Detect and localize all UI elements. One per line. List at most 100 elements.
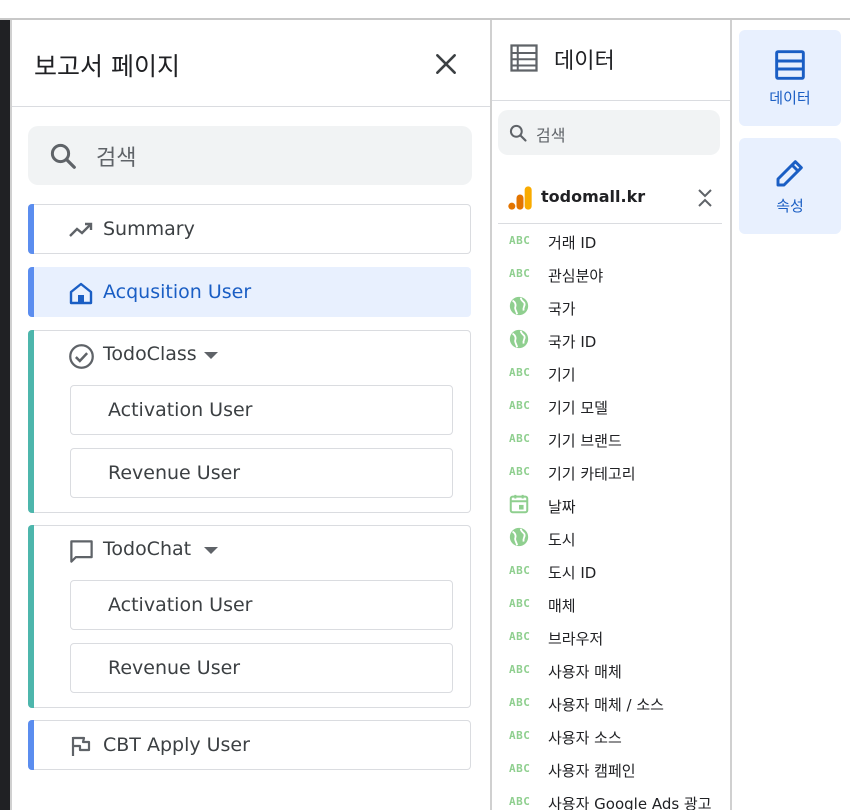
- report-pages-panel: 보고서 페이지 검색 Summary Acqusition User TodoC…: [12, 20, 490, 810]
- group-label: TodoChat: [103, 538, 192, 560]
- field-name: 국가: [548, 300, 576, 318]
- field-name: 사용자 소스: [548, 729, 622, 747]
- field-item[interactable]: ABC 기기 브랜드: [506, 425, 726, 455]
- sub-page-revenue-user[interactable]: Revenue User: [70, 448, 453, 498]
- home-icon: [69, 282, 93, 305]
- field-item[interactable]: ABC 브라우저: [506, 623, 726, 653]
- rail-data-label: 데이터: [769, 88, 811, 107]
- page-group-todochat: TodoChat Activation User Revenue User: [28, 525, 471, 708]
- google-analytics-icon: [508, 186, 532, 210]
- field-search-input[interactable]: 검색: [498, 110, 720, 155]
- database-table-icon: [510, 44, 538, 72]
- data-panel: 데이터 검색 todomall.kr ABC 거래 ID ABC 관심분야국가국가 I…: [492, 20, 730, 810]
- search-placeholder: 검색: [96, 146, 137, 171]
- globe-icon: [509, 527, 529, 547]
- field-item[interactable]: ABC 사용자 소스: [506, 722, 726, 752]
- close-icon: [436, 54, 456, 74]
- sub-page-label: Activation User: [108, 594, 253, 616]
- field-item[interactable]: ABC 사용자 Google Ads 광고: [506, 788, 726, 810]
- field-name: 기기 모델: [548, 399, 608, 417]
- field-item[interactable]: 국가 ID: [506, 326, 726, 356]
- group-header[interactable]: TodoClass: [28, 331, 470, 379]
- text-type-icon: ABC: [509, 267, 531, 280]
- page-label: CBT Apply User: [103, 734, 250, 756]
- field-name: 도시: [548, 531, 576, 549]
- page-indicator-bar: [28, 204, 34, 254]
- group-header[interactable]: TodoChat: [28, 526, 470, 574]
- check-circle-icon: [69, 344, 94, 369]
- field-item[interactable]: ABC 사용자 매체 / 소스: [506, 689, 726, 719]
- text-type-icon: ABC: [509, 234, 531, 247]
- trending-up-icon: [69, 222, 93, 237]
- text-type-icon: ABC: [509, 399, 531, 412]
- collapse-expand-icon[interactable]: [694, 185, 716, 211]
- field-item[interactable]: ABC 기기: [506, 359, 726, 389]
- field-item[interactable]: ABC 사용자 캠페인: [506, 755, 726, 785]
- field-name: 도시 ID: [548, 564, 597, 582]
- text-type-icon: ABC: [509, 630, 531, 643]
- text-type-icon: ABC: [509, 432, 531, 445]
- field-name: 사용자 매체: [548, 663, 622, 681]
- sub-page-label: Activation User: [108, 399, 253, 421]
- page-item-acqusition-user[interactable]: Acqusition User: [28, 267, 471, 317]
- field-item[interactable]: ABC 사용자 매체: [506, 656, 726, 686]
- right-rail: 데이터 속성: [732, 20, 850, 810]
- text-type-icon: ABC: [509, 729, 531, 742]
- field-item[interactable]: ABC 매체: [506, 590, 726, 620]
- text-type-icon: ABC: [509, 597, 531, 610]
- field-name: 기기: [548, 366, 576, 384]
- page-item-cbt-apply-user[interactable]: CBT Apply User: [28, 720, 471, 770]
- sub-page-activation-user[interactable]: Activation User: [70, 580, 453, 630]
- chevron-down-icon[interactable]: [204, 352, 218, 359]
- pencil-icon: [776, 159, 803, 186]
- text-type-icon: ABC: [509, 366, 531, 379]
- sub-page-label: Revenue User: [108, 462, 241, 484]
- field-item[interactable]: ABC 도시 ID: [506, 557, 726, 587]
- globe-icon: [509, 329, 529, 349]
- text-type-icon: ABC: [509, 663, 531, 676]
- text-type-icon: ABC: [509, 564, 531, 577]
- data-panel-header: 데이터: [492, 20, 730, 101]
- field-name: 기기 카테고리: [548, 465, 636, 483]
- sub-page-activation-user[interactable]: Activation User: [70, 385, 453, 435]
- text-type-icon: ABC: [509, 795, 531, 808]
- field-item[interactable]: ABC 기기 카테고리: [506, 458, 726, 488]
- text-type-icon: ABC: [509, 762, 531, 775]
- field-name: 사용자 매체 / 소스: [548, 696, 664, 714]
- page-label: Summary: [103, 218, 195, 240]
- search-icon: [509, 124, 527, 142]
- database-icon: [775, 49, 805, 80]
- rail-data-button[interactable]: 데이터: [739, 30, 841, 126]
- page-search-input[interactable]: 검색: [28, 126, 472, 185]
- page-group-todoclass: TodoClass Activation User Revenue User: [28, 330, 471, 513]
- page-indicator-bar: [28, 267, 34, 317]
- group-label: TodoClass: [103, 343, 197, 365]
- rail-properties-button[interactable]: 속성: [739, 138, 841, 234]
- field-item[interactable]: 날짜: [506, 491, 726, 521]
- field-item[interactable]: 도시: [506, 524, 726, 554]
- text-type-icon: ABC: [509, 465, 531, 478]
- search-icon: [50, 143, 76, 169]
- field-name: 거래 ID: [548, 234, 597, 252]
- field-name: 사용자 캠페인: [548, 762, 636, 780]
- field-item[interactable]: ABC 거래 ID: [506, 227, 726, 257]
- flag-icon: [71, 736, 91, 756]
- chevron-down-icon[interactable]: [204, 547, 218, 554]
- dark-left-strip: [0, 20, 10, 810]
- text-type-icon: ABC: [509, 696, 531, 709]
- field-item[interactable]: ABC 기기 모델: [506, 392, 726, 422]
- field-name: 기기 브랜드: [548, 432, 622, 450]
- field-name: 날짜: [548, 498, 576, 516]
- page-item-summary[interactable]: Summary: [28, 204, 471, 254]
- close-button[interactable]: [428, 46, 464, 82]
- search-placeholder: 검색: [536, 126, 566, 145]
- field-item[interactable]: ABC 관심분야: [506, 260, 726, 290]
- top-bar: [0, 0, 850, 20]
- field-name: 매체: [548, 597, 576, 615]
- chat-bubble-icon: [70, 540, 93, 563]
- field-item[interactable]: 국가: [506, 293, 726, 323]
- sub-page-revenue-user[interactable]: Revenue User: [70, 643, 453, 693]
- data-panel-title: 데이터: [554, 49, 615, 74]
- report-pages-header: 보고서 페이지: [12, 20, 490, 107]
- data-source-row[interactable]: todomall.kr: [498, 175, 722, 224]
